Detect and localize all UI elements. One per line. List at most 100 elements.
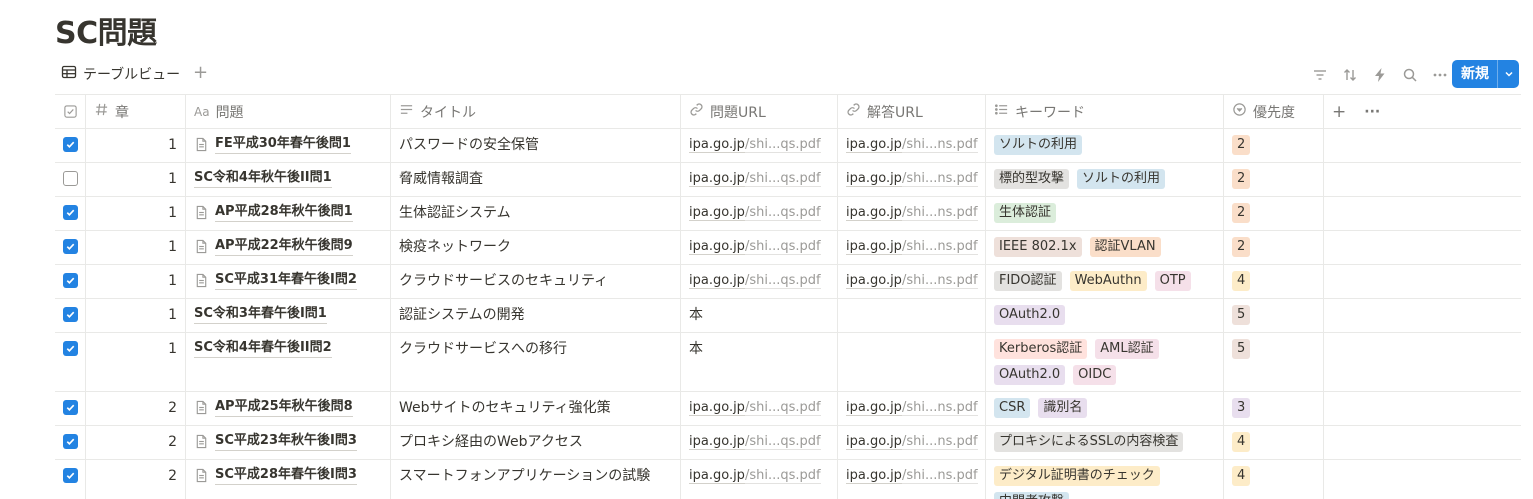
answer-url-link[interactable]: ipa.go.jp/shi...ns.pdf — [846, 398, 978, 418]
keyword-tag[interactable]: CSR — [994, 398, 1031, 418]
keywords-cell[interactable]: デジタル証明書のチェック中間者攻撃 — [986, 460, 1224, 499]
keywords-cell[interactable]: 生体認証 — [986, 197, 1224, 230]
keyword-tag[interactable]: OAuth2.0 — [994, 365, 1066, 385]
keyword-tag[interactable]: プロキシによるSSLの内容検査 — [994, 432, 1184, 452]
title-cell[interactable]: クラウドサービスのセキュリティ — [391, 265, 681, 298]
priority-badge[interactable]: 5 — [1232, 305, 1251, 325]
column-header-answer-url[interactable]: 解答URL — [838, 95, 986, 128]
keyword-tag[interactable]: 標的型攻撃 — [994, 169, 1070, 189]
column-header-keywords[interactable]: キーワード — [986, 95, 1224, 128]
table-row[interactable]: 1 SC令和3年春午後I問1 認証システムの開発 本 OAuth2.0 5 — [55, 299, 1521, 333]
title-cell[interactable]: 脅威情報調査 — [391, 163, 681, 196]
title-cell[interactable]: パスワードの安全保管 — [391, 129, 681, 162]
priority-cell[interactable]: 4 — [1224, 460, 1324, 499]
question-url-link[interactable]: ipa.go.jp/shi...qs.pdf — [689, 169, 821, 189]
question-page-link[interactable]: AP平成28年秋午後問1 — [215, 203, 353, 222]
question-cell[interactable]: AP平成22年秋午後問9 — [186, 231, 391, 264]
table-row[interactable]: 1 AP平成28年秋午後問1 生体認証システム ipa.go.jp/shi...… — [55, 197, 1521, 231]
priority-cell[interactable]: 4 — [1224, 265, 1324, 298]
row-checkbox[interactable] — [62, 434, 78, 449]
question-url-link[interactable]: ipa.go.jp/shi...qs.pdf — [689, 398, 821, 418]
chapter-cell[interactable]: 1 — [86, 299, 186, 332]
question-page-link[interactable]: FE平成30年春午後問1 — [215, 135, 351, 154]
add-view-button[interactable]: + — [193, 62, 208, 84]
priority-badge[interactable]: 4 — [1232, 271, 1251, 291]
search-icon[interactable] — [1401, 66, 1419, 84]
question-page-link[interactable]: AP平成25年秋午後問8 — [215, 398, 353, 417]
question-url-cell[interactable]: ipa.go.jp/shi...qs.pdf — [681, 197, 838, 230]
row-checkbox[interactable] — [62, 171, 78, 186]
question-page-link[interactable]: SC令和4年秋午後II問1 — [194, 169, 332, 188]
chevron-down-icon[interactable] — [1497, 60, 1519, 88]
table-row[interactable]: 2 AP平成25年秋午後問8 Webサイトのセキュリティ強化策 ipa.go.j… — [55, 392, 1521, 426]
question-url-cell[interactable]: ipa.go.jp/shi...qs.pdf — [681, 392, 838, 425]
keyword-tag[interactable]: 識別名 — [1038, 398, 1088, 418]
keyword-tag[interactable]: デジタル証明書のチェック — [994, 466, 1160, 486]
chapter-cell[interactable]: 1 — [86, 265, 186, 298]
title-cell[interactable]: スマートフォンアプリケーションの試験 — [391, 460, 681, 499]
chapter-cell[interactable]: 2 — [86, 426, 186, 459]
priority-cell[interactable]: 5 — [1224, 333, 1324, 391]
priority-badge[interactable]: 2 — [1232, 135, 1251, 155]
keywords-cell[interactable]: ソルトの利用 — [986, 129, 1224, 162]
question-page-link[interactable]: SC平成31年春午後I問2 — [215, 271, 357, 290]
question-url-cell[interactable]: ipa.go.jp/shi...qs.pdf — [681, 426, 838, 459]
answer-url-cell[interactable] — [838, 333, 986, 391]
add-property-button[interactable]: + — [1332, 102, 1346, 122]
row-checkbox[interactable] — [62, 307, 78, 322]
title-cell[interactable]: 認証システムの開発 — [391, 299, 681, 332]
keywords-cell[interactable]: 標的型攻撃 ソルトの利用 — [986, 163, 1224, 196]
question-cell[interactable]: SC平成23年秋午後I問3 — [186, 426, 391, 459]
question-url-link[interactable]: ipa.go.jp/shi...qs.pdf — [689, 203, 821, 223]
table-row[interactable]: 2 SC平成23年秋午後I問3 プロキシ経由のWebアクセス ipa.go.jp… — [55, 426, 1521, 460]
row-checkbox[interactable] — [62, 273, 78, 288]
keywords-cell[interactable]: Kerberos認証 AML認証 OAuth2.0 OIDC — [986, 333, 1224, 391]
title-cell[interactable]: Webサイトのセキュリティ強化策 — [391, 392, 681, 425]
title-cell[interactable]: 生体認証システム — [391, 197, 681, 230]
question-page-link[interactable]: SC令和4年春午後II問2 — [194, 339, 332, 358]
question-url-link[interactable]: ipa.go.jp/shi...qs.pdf — [689, 135, 821, 155]
keyword-tag[interactable]: OAuth2.0 — [994, 305, 1066, 325]
question-url-cell[interactable]: ipa.go.jp/shi...qs.pdf — [681, 231, 838, 264]
row-checkbox[interactable] — [62, 400, 78, 415]
priority-badge[interactable]: 3 — [1232, 398, 1251, 418]
keyword-tag[interactable]: Kerberos認証 — [994, 339, 1088, 359]
chapter-cell[interactable]: 1 — [86, 197, 186, 230]
row-checkbox[interactable] — [62, 137, 78, 152]
answer-url-link[interactable]: ipa.go.jp/shi...ns.pdf — [846, 432, 978, 452]
answer-url-cell[interactable]: ipa.go.jp/shi...ns.pdf — [838, 426, 986, 459]
keyword-tag[interactable]: 生体認証 — [994, 203, 1057, 223]
answer-url-cell[interactable]: ipa.go.jp/shi...ns.pdf — [838, 163, 986, 196]
automation-bolt-icon[interactable] — [1371, 66, 1389, 84]
sort-icon[interactable] — [1341, 66, 1359, 84]
answer-url-cell[interactable]: ipa.go.jp/shi...ns.pdf — [838, 197, 986, 230]
keyword-tag[interactable]: WebAuthn — [1069, 271, 1147, 291]
question-url-link[interactable]: ipa.go.jp/shi...qs.pdf — [689, 237, 821, 257]
keywords-cell[interactable]: IEEE 802.1x 認証VLAN — [986, 231, 1224, 264]
priority-badge[interactable]: 5 — [1232, 339, 1251, 359]
keyword-tag[interactable]: OTP — [1154, 271, 1191, 291]
row-checkbox[interactable] — [62, 468, 78, 483]
tab-table-view[interactable]: テーブルビュー — [61, 64, 180, 84]
priority-cell[interactable]: 2 — [1224, 231, 1324, 264]
answer-url-cell[interactable]: ipa.go.jp/shi...ns.pdf — [838, 460, 986, 499]
column-header-title[interactable]: タイトル — [391, 95, 681, 128]
chapter-cell[interactable]: 1 — [86, 231, 186, 264]
filter-icon[interactable] — [1311, 66, 1329, 84]
priority-badge[interactable]: 4 — [1232, 432, 1251, 452]
question-url-cell[interactable]: ipa.go.jp/shi...qs.pdf — [681, 460, 838, 499]
question-url-link[interactable]: ipa.go.jp/shi...qs.pdf — [689, 466, 821, 486]
answer-url-link[interactable]: ipa.go.jp/shi...ns.pdf — [846, 271, 978, 291]
question-cell[interactable]: SC令和4年秋午後II問1 — [186, 163, 391, 196]
question-cell[interactable]: SC平成28年春午後I問3 — [186, 460, 391, 499]
keyword-tag[interactable]: FIDO認証 — [994, 271, 1062, 291]
title-cell[interactable]: プロキシ経由のWebアクセス — [391, 426, 681, 459]
answer-url-cell[interactable]: ipa.go.jp/shi...ns.pdf — [838, 265, 986, 298]
answer-url-cell[interactable] — [838, 299, 986, 332]
title-cell[interactable]: クラウドサービスへの移行 — [391, 333, 681, 391]
column-header-question[interactable]: Aa 問題 — [186, 95, 391, 128]
priority-cell[interactable]: 4 — [1224, 426, 1324, 459]
column-header-question-url[interactable]: 問題URL — [681, 95, 838, 128]
table-row[interactable]: 1 AP平成22年秋午後問9 検疫ネットワーク ipa.go.jp/shi...… — [55, 231, 1521, 265]
question-url-link[interactable]: ipa.go.jp/shi...qs.pdf — [689, 432, 821, 452]
